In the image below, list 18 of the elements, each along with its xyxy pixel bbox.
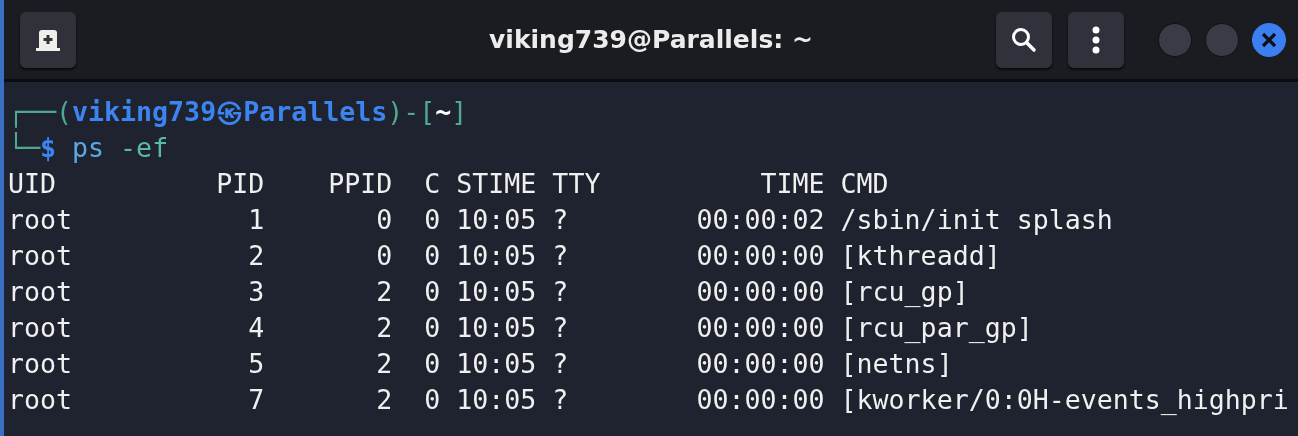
window-title: viking739@Parallels: ~ <box>488 25 814 54</box>
prompt-line: ┌──(viking739㉿Parallels)-[~] <box>8 95 468 130</box>
output-line: UID PID PPID C STIME TTY TIME CMD <box>8 167 889 201</box>
close-button[interactable] <box>1252 22 1286 57</box>
output-line: root 4 2 0 10:05 ? 00:00:00 [rcu_par_gp] <box>8 311 1033 345</box>
new-tab-icon <box>35 28 61 51</box>
output-line: root 7 2 0 10:05 ? 00:00:00 [kworker/0:0H-events_highpri <box>8 383 1289 417</box>
output-line: root 2 0 0 10:05 ? 00:00:00 [kthreadd] <box>8 239 1001 273</box>
search-icon <box>1011 26 1037 53</box>
new-tab-button[interactable] <box>20 11 76 68</box>
output-line: root 1 0 0 10:05 ? 00:00:02 /sbin/init splash <box>8 203 1113 237</box>
menu-button[interactable] <box>1068 11 1124 68</box>
close-icon <box>1261 31 1277 48</box>
output-line: root 3 2 0 10:05 ? 00:00:00 [rcu_gp] <box>8 275 969 309</box>
output-line: root 5 2 0 10:05 ? 00:00:00 [netns] <box>8 347 953 381</box>
search-button[interactable] <box>996 11 1052 68</box>
prompt-line: └─$ ps -ef <box>8 131 169 165</box>
menu-icon <box>1091 25 1101 54</box>
